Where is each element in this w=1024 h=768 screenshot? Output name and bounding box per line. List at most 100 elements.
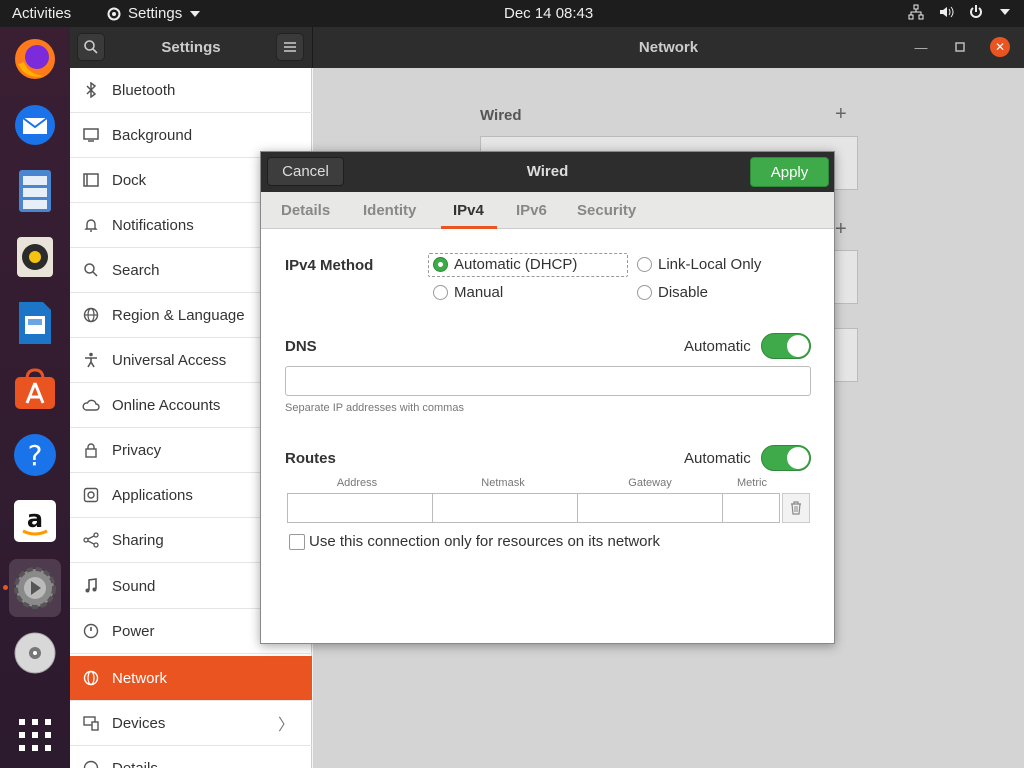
only-resources-label: Use this connection only for resources o… [309,533,660,550]
files-icon[interactable] [9,165,61,217]
app-grid-icon[interactable] [9,709,61,761]
tab-details[interactable]: Details [281,202,330,219]
settings-icon[interactable] [9,559,61,617]
sidebar-item-label: Applications [112,486,193,504]
power-icon [970,5,982,18]
tab-identity[interactable]: Identity [363,202,416,219]
chevron-down-icon [1000,9,1010,15]
dock: ? a [0,27,70,768]
share-icon [70,532,112,548]
search-icon [70,262,112,278]
sidebar-item-label: Sound [112,577,156,595]
applications-icon [70,487,112,503]
minimize-button[interactable]: — [911,37,931,57]
music-note-icon [70,578,112,594]
dns-automatic-switch[interactable] [761,333,811,359]
system-tray[interactable] [908,4,1010,20]
sidebar-item-devices[interactable]: Devices 〉 [70,701,312,746]
route-netmask-input[interactable] [432,493,578,523]
route-address-input[interactable] [287,493,433,523]
ipv4-method-label: IPv4 Method [285,257,374,274]
close-button[interactable]: ✕ [990,37,1010,57]
sidebar-item-label: Privacy [112,441,162,459]
libreoffice-writer-icon[interactable] [9,297,61,349]
apply-button[interactable]: Apply [750,157,829,187]
radio-automatic-dhcp[interactable]: Automatic (DHCP) [433,256,577,273]
globe-icon [70,307,112,323]
active-tab-indicator [441,226,497,229]
bell-icon [70,217,112,233]
restore-icon [955,42,965,52]
dvd-icon[interactable] [9,627,61,679]
info-icon [70,760,112,768]
radio-button[interactable] [433,285,448,300]
sidebar-item-label: Power [112,622,155,640]
svg-text:a: a [27,505,43,533]
tab-ipv6[interactable]: IPv6 [516,202,547,219]
sidebar-item-label: Devices [112,714,166,732]
maximize-button[interactable] [950,37,970,57]
chevron-right-icon: 〉 [277,717,294,734]
app-menu[interactable]: Settings [106,5,201,22]
tab-ipv4[interactable]: IPv4 [453,202,484,219]
sidebar-item-bluetooth[interactable]: Bluetooth [70,68,312,113]
wired-section-title: Wired [480,107,522,124]
wired-settings-dialog: Cancel Wired Apply Details Identity IPv4… [260,151,835,644]
close-icon: ✕ [994,40,1006,54]
background-icon [70,128,112,142]
tab-bar: Details Identity IPv4 IPv6 Security [261,192,834,229]
column-header-metric: Metric [737,477,767,489]
sidebar-item-label: Online Accounts [112,396,221,414]
accessibility-icon [70,352,112,368]
dns-automatic-label: Automatic [684,338,751,355]
radio-button[interactable] [637,285,652,300]
delete-route-button[interactable] [782,493,810,523]
radio-button[interactable] [637,257,652,272]
cloud-icon [70,399,112,411]
minimize-icon: — [914,39,928,55]
tab-security[interactable]: Security [577,202,636,219]
thunderbird-icon[interactable] [9,99,61,151]
sidebar-item-label: Notifications [112,216,194,234]
lock-icon [70,442,112,458]
sidebar-item-details[interactable]: Details [70,746,312,768]
firefox-icon[interactable] [9,33,61,85]
routes-label: Routes [285,450,336,467]
sidebar-item-network[interactable]: Network [70,656,312,701]
sidebar-item-label: Network [112,669,168,687]
sidebar-item-label: Bluetooth [112,81,176,99]
sidebar-item-label: Details [112,759,158,768]
column-header-address: Address [336,477,378,489]
help-icon[interactable]: ? [9,429,61,481]
activities-button[interactable]: Activities [12,5,71,22]
sidebar-item-label: Background [112,126,193,144]
routes-automatic-switch[interactable] [761,445,811,471]
clock[interactable]: Dec 14 08:43 [504,5,593,22]
radio-manual[interactable]: Manual [433,284,503,301]
software-icon[interactable] [9,363,61,415]
sidebar-item-label: Sharing [112,531,164,549]
svg-text:?: ? [28,439,43,472]
sidebar-item-label: Search [112,261,160,279]
app-menu-label: Settings [128,5,183,22]
add-icon[interactable]: + [835,103,847,126]
route-gateway-input[interactable] [577,493,723,523]
radio-disable[interactable]: Disable [637,284,708,301]
trash-icon [791,501,801,515]
radio-label: Link-Local Only [658,256,762,273]
amazon-icon[interactable]: a [9,495,61,547]
power-icon [70,623,112,639]
running-indicator [3,585,8,590]
header-bar: Settings Network — ✕ [70,27,1024,68]
radio-button[interactable] [433,257,448,272]
dns-input[interactable] [285,366,811,396]
top-bar: Activities Settings Dec 14 08:43 [0,0,1024,27]
network-wired-icon [908,4,924,20]
only-resources-checkbox[interactable] [289,534,305,550]
radio-link-local-only[interactable]: Link-Local Only [637,256,761,273]
rhythmbox-icon[interactable] [9,231,61,283]
add-icon[interactable]: + [835,218,847,241]
route-metric-input[interactable] [722,493,780,523]
menu-button[interactable] [276,33,304,61]
radio-label: Automatic (DHCP) [454,256,578,273]
